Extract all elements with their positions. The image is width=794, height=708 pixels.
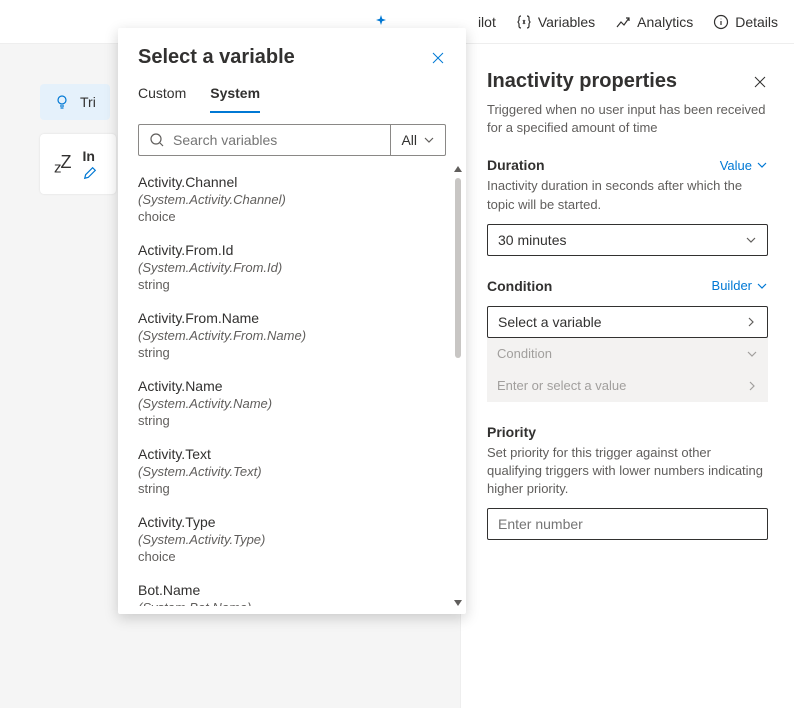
search-icon [149, 132, 165, 148]
condition-value-dropdown: Enter or select a value [487, 370, 768, 402]
variable-item[interactable]: Activity.Channel (System.Activity.Channe… [138, 166, 446, 234]
search-input[interactable] [173, 132, 380, 148]
variable-item[interactable]: Activity.From.Id (System.Activity.From.I… [138, 234, 446, 302]
variable-list: Activity.Channel (System.Activity.Channe… [118, 166, 466, 606]
popover-title: Select a variable [138, 46, 295, 69]
close-icon [430, 50, 446, 66]
variable-item[interactable]: Activity.From.Name (System.Activity.From… [138, 302, 446, 370]
duration-dropdown[interactable]: 30 minutes [487, 224, 768, 256]
inactivity-label: In [83, 148, 97, 164]
duration-desc: Inactivity duration in seconds after whi… [487, 177, 768, 213]
chevron-right-icon [746, 380, 758, 392]
trigger-label: Tri [80, 94, 96, 110]
trigger-tab[interactable]: Tri [40, 84, 110, 120]
scrollbar[interactable] [454, 166, 462, 606]
edit-label-cut: ilot [478, 14, 496, 30]
priority-input[interactable] [487, 508, 768, 540]
popover-tabs: Custom System [118, 85, 466, 114]
toolbar-details[interactable]: Details [713, 14, 778, 30]
scroll-down-icon[interactable] [454, 600, 462, 606]
scroll-up-icon[interactable] [454, 166, 462, 172]
priority-title: Priority [487, 424, 536, 440]
condition-mode-link[interactable]: Builder [712, 278, 768, 293]
chevron-down-icon [423, 134, 435, 146]
condition-operator-dropdown: Condition [487, 338, 768, 370]
panel-title: Inactivity properties [487, 70, 677, 93]
condition-block: Condition Enter or select a value [487, 338, 768, 402]
chevron-down-icon [745, 234, 757, 246]
analytics-label: Analytics [637, 14, 693, 30]
sleep-icon: zZ [54, 152, 71, 177]
duration-value: 30 minutes [498, 232, 566, 248]
scroll-thumb[interactable] [455, 178, 461, 358]
edit-icon[interactable] [83, 166, 97, 180]
panel-description: Triggered when no user input has been re… [487, 101, 768, 137]
variable-item[interactable]: Activity.Text (System.Activity.Text) str… [138, 438, 446, 506]
variables-label: Variables [538, 14, 595, 30]
chevron-down-icon [746, 348, 758, 360]
chevron-down-icon [756, 159, 768, 171]
condition-variable-dropdown[interactable]: Select a variable [487, 306, 768, 338]
tab-system[interactable]: System [210, 85, 260, 113]
variable-picker: Select a variable Custom System All Acti… [118, 28, 466, 614]
chevron-right-icon [745, 316, 757, 328]
toolbar-analytics[interactable]: Analytics [615, 14, 693, 30]
inactivity-card[interactable]: zZ In [40, 134, 116, 194]
close-icon [752, 74, 768, 90]
chevron-down-icon [756, 280, 768, 292]
chart-icon [615, 14, 631, 30]
duration-mode-link[interactable]: Value [720, 158, 768, 173]
search-row: All [138, 124, 446, 156]
condition-title: Condition [487, 278, 552, 294]
lightbulb-icon [54, 94, 70, 110]
priority-desc: Set priority for this trigger against ot… [487, 444, 768, 499]
condition-select-label: Select a variable [498, 314, 602, 330]
filter-label: All [401, 132, 417, 148]
properties-panel: Inactivity properties Triggered when no … [460, 44, 794, 708]
details-label: Details [735, 14, 778, 30]
tab-custom[interactable]: Custom [138, 85, 186, 113]
toolbar-variables[interactable]: Variables [516, 14, 595, 30]
close-button[interactable] [430, 50, 446, 66]
braces-icon [516, 14, 532, 30]
info-icon [713, 14, 729, 30]
duration-title: Duration [487, 157, 545, 173]
filter-dropdown[interactable]: All [390, 125, 445, 155]
variable-item[interactable]: Bot.Name (System.Bot.Name) [138, 574, 446, 606]
variable-item[interactable]: Activity.Name (System.Activity.Name) str… [138, 370, 446, 438]
panel-close-button[interactable] [752, 74, 768, 90]
variable-item[interactable]: Activity.Type (System.Activity.Type) cho… [138, 506, 446, 574]
